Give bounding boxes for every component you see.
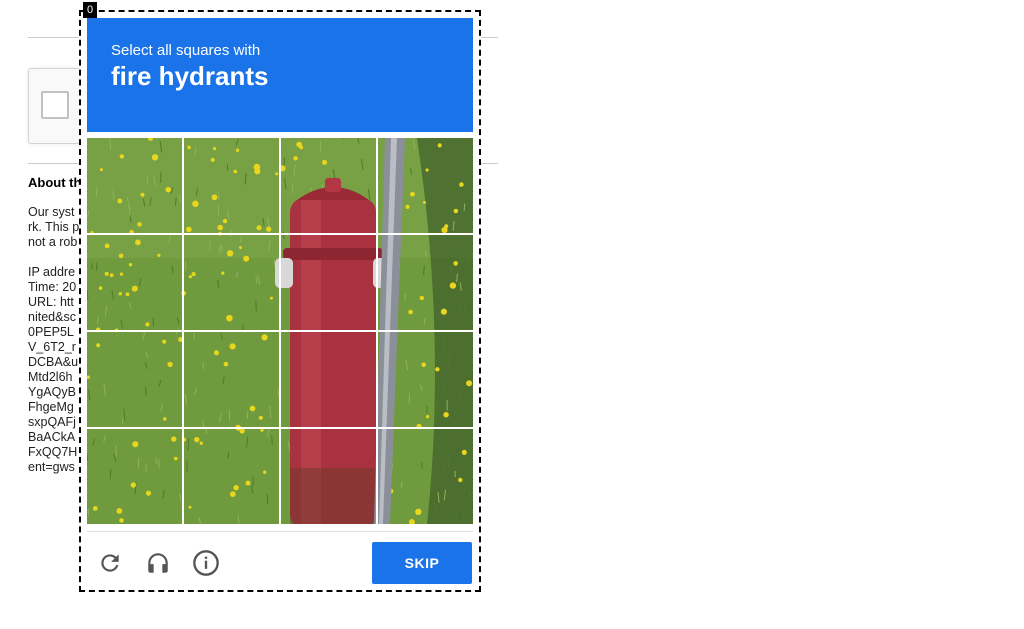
grid-tile[interactable]	[378, 332, 473, 427]
grid-tile[interactable]	[184, 332, 279, 427]
grid-tile[interactable]	[281, 429, 376, 524]
challenge-target: fire hydrants	[111, 61, 269, 91]
grid-tile[interactable]	[87, 429, 182, 524]
info-icon[interactable]	[191, 548, 221, 578]
footer-divider	[87, 531, 473, 532]
reload-icon[interactable]	[95, 548, 125, 578]
grid-tile[interactable]	[87, 332, 182, 427]
skip-button[interactable]: SKIP	[372, 542, 472, 584]
challenge-header: Select all squares with fire hydrants	[87, 18, 473, 132]
grid-tile[interactable]	[87, 235, 182, 330]
audio-headphones-icon[interactable]	[143, 548, 173, 578]
grid-tile[interactable]	[378, 429, 473, 524]
grid-tile[interactable]	[378, 235, 473, 330]
grid-tile[interactable]	[184, 235, 279, 330]
grid-tile[interactable]	[281, 235, 376, 330]
challenge-counter: 0	[83, 2, 98, 18]
grid-tile[interactable]	[184, 429, 279, 524]
about-heading: About th	[28, 175, 82, 190]
grid-tile[interactable]	[281, 332, 376, 427]
captcha-challenge-popup: 0 Select all squares with fire hydrants	[79, 2, 481, 592]
challenge-instruction: Select all squares with	[111, 42, 261, 59]
grid-tile[interactable]	[184, 138, 279, 233]
grid-tile[interactable]	[87, 138, 182, 233]
recaptcha-checkbox[interactable]	[41, 91, 69, 119]
image-grid	[87, 138, 473, 524]
grid-tile[interactable]	[378, 138, 473, 233]
grid-tile[interactable]	[281, 138, 376, 233]
